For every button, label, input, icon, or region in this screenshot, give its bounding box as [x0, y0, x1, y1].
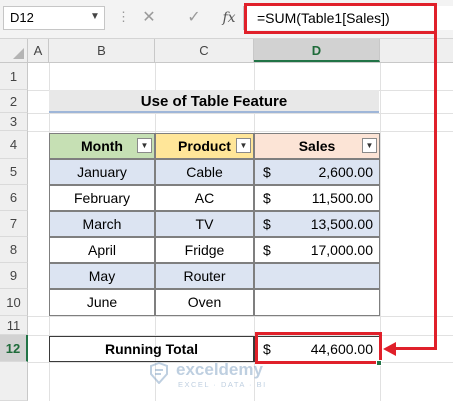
insert-function-icon[interactable]: fx: [218, 6, 240, 30]
gridline: [28, 131, 453, 132]
cell-month[interactable]: March: [49, 211, 155, 237]
sales-amount: 13,500.00: [310, 216, 373, 232]
watermark: exceldemy EXCEL · DATA · BI: [148, 358, 308, 394]
row-header-13: [0, 362, 28, 401]
cell-sales[interactable]: [254, 263, 380, 289]
sheet-title[interactable]: Use of Table Feature: [49, 90, 379, 113]
cell-product[interactable]: TV: [155, 211, 254, 237]
cell-month[interactable]: June: [49, 289, 155, 316]
row-header-2[interactable]: 2: [0, 90, 28, 113]
watermark-tagline: EXCEL · DATA · BI: [178, 380, 267, 389]
row-header-1[interactable]: 1: [0, 63, 28, 90]
cell-product[interactable]: AC: [155, 185, 254, 211]
row-header-3[interactable]: 3: [0, 113, 28, 131]
table-header-month[interactable]: Month ▼: [49, 133, 155, 159]
table-header-sales[interactable]: Sales ▼: [254, 133, 380, 159]
row-header-12[interactable]: 12: [0, 335, 28, 362]
cell-product[interactable]: Router: [155, 263, 254, 289]
cell-month[interactable]: April: [49, 237, 155, 263]
cell-sales[interactable]: $ 13,500.00: [254, 211, 380, 237]
cell-product[interactable]: Oven: [155, 289, 254, 316]
column-header-b[interactable]: B: [49, 39, 155, 62]
cell-month[interactable]: January: [49, 159, 155, 185]
cell-sales[interactable]: $ 11,500.00: [254, 185, 380, 211]
row-header-8[interactable]: 8: [0, 237, 28, 263]
header-label: Product: [178, 138, 231, 154]
currency-symbol: $: [263, 242, 271, 258]
cell-sales[interactable]: [254, 289, 380, 316]
column-header-c[interactable]: C: [155, 39, 254, 62]
enter-icon[interactable]: ✓: [183, 6, 205, 30]
row-header-6[interactable]: 6: [0, 185, 28, 211]
exceldemy-logo-icon: [150, 362, 168, 384]
column-header-a[interactable]: A: [28, 39, 49, 62]
row-header-11[interactable]: 11: [0, 316, 28, 335]
cell-product[interactable]: Fridge: [155, 237, 254, 263]
currency-symbol: $: [263, 216, 271, 232]
arrow-head-icon: [383, 342, 396, 356]
sales-amount: 11,500.00: [311, 190, 373, 206]
sales-amount: 17,000.00: [310, 242, 373, 258]
cell-sales[interactable]: $ 17,000.00: [254, 237, 380, 263]
cell-sales[interactable]: $ 2,600.00: [254, 159, 380, 185]
header-label: Sales: [298, 138, 336, 154]
row-header-4[interactable]: 4: [0, 131, 28, 159]
arrow-connector: [394, 347, 437, 350]
cell-month[interactable]: May: [49, 263, 155, 289]
row-header-5[interactable]: 5: [0, 159, 28, 185]
gridline: [28, 113, 453, 114]
formula-highlight-box: [244, 3, 437, 34]
formula-bar: D12 ▼ ⋮ ✕ ✓ fx =SUM(Table1[Sales]): [0, 0, 453, 39]
arrow-connector: [434, 34, 437, 350]
column-header-d[interactable]: D: [254, 39, 380, 62]
filter-dropdown-icon[interactable]: ▼: [137, 138, 152, 153]
column-headers: A B C D: [0, 39, 453, 63]
row-header-10[interactable]: 10: [0, 289, 28, 316]
formula-bar-grip-icon: ⋮: [117, 9, 130, 24]
filter-dropdown-icon[interactable]: ▼: [236, 138, 251, 153]
header-label: Month: [81, 138, 123, 154]
cell-product[interactable]: Cable: [155, 159, 254, 185]
filter-dropdown-icon[interactable]: ▼: [362, 138, 377, 153]
cancel-icon[interactable]: ✕: [138, 6, 160, 30]
table-header-product[interactable]: Product ▼: [155, 133, 254, 159]
cell-month[interactable]: February: [49, 185, 155, 211]
name-box-dropdown-icon[interactable]: ▼: [86, 6, 104, 28]
fill-handle[interactable]: [376, 360, 382, 366]
watermark-name: exceldemy: [176, 360, 263, 379]
row-header-9[interactable]: 9: [0, 263, 28, 289]
select-all-button[interactable]: [0, 39, 28, 62]
currency-symbol: $: [263, 190, 271, 206]
sales-amount: 2,600.00: [318, 164, 374, 180]
row-header-7[interactable]: 7: [0, 211, 28, 237]
currency-symbol: $: [263, 164, 271, 180]
gridline: [28, 316, 453, 317]
